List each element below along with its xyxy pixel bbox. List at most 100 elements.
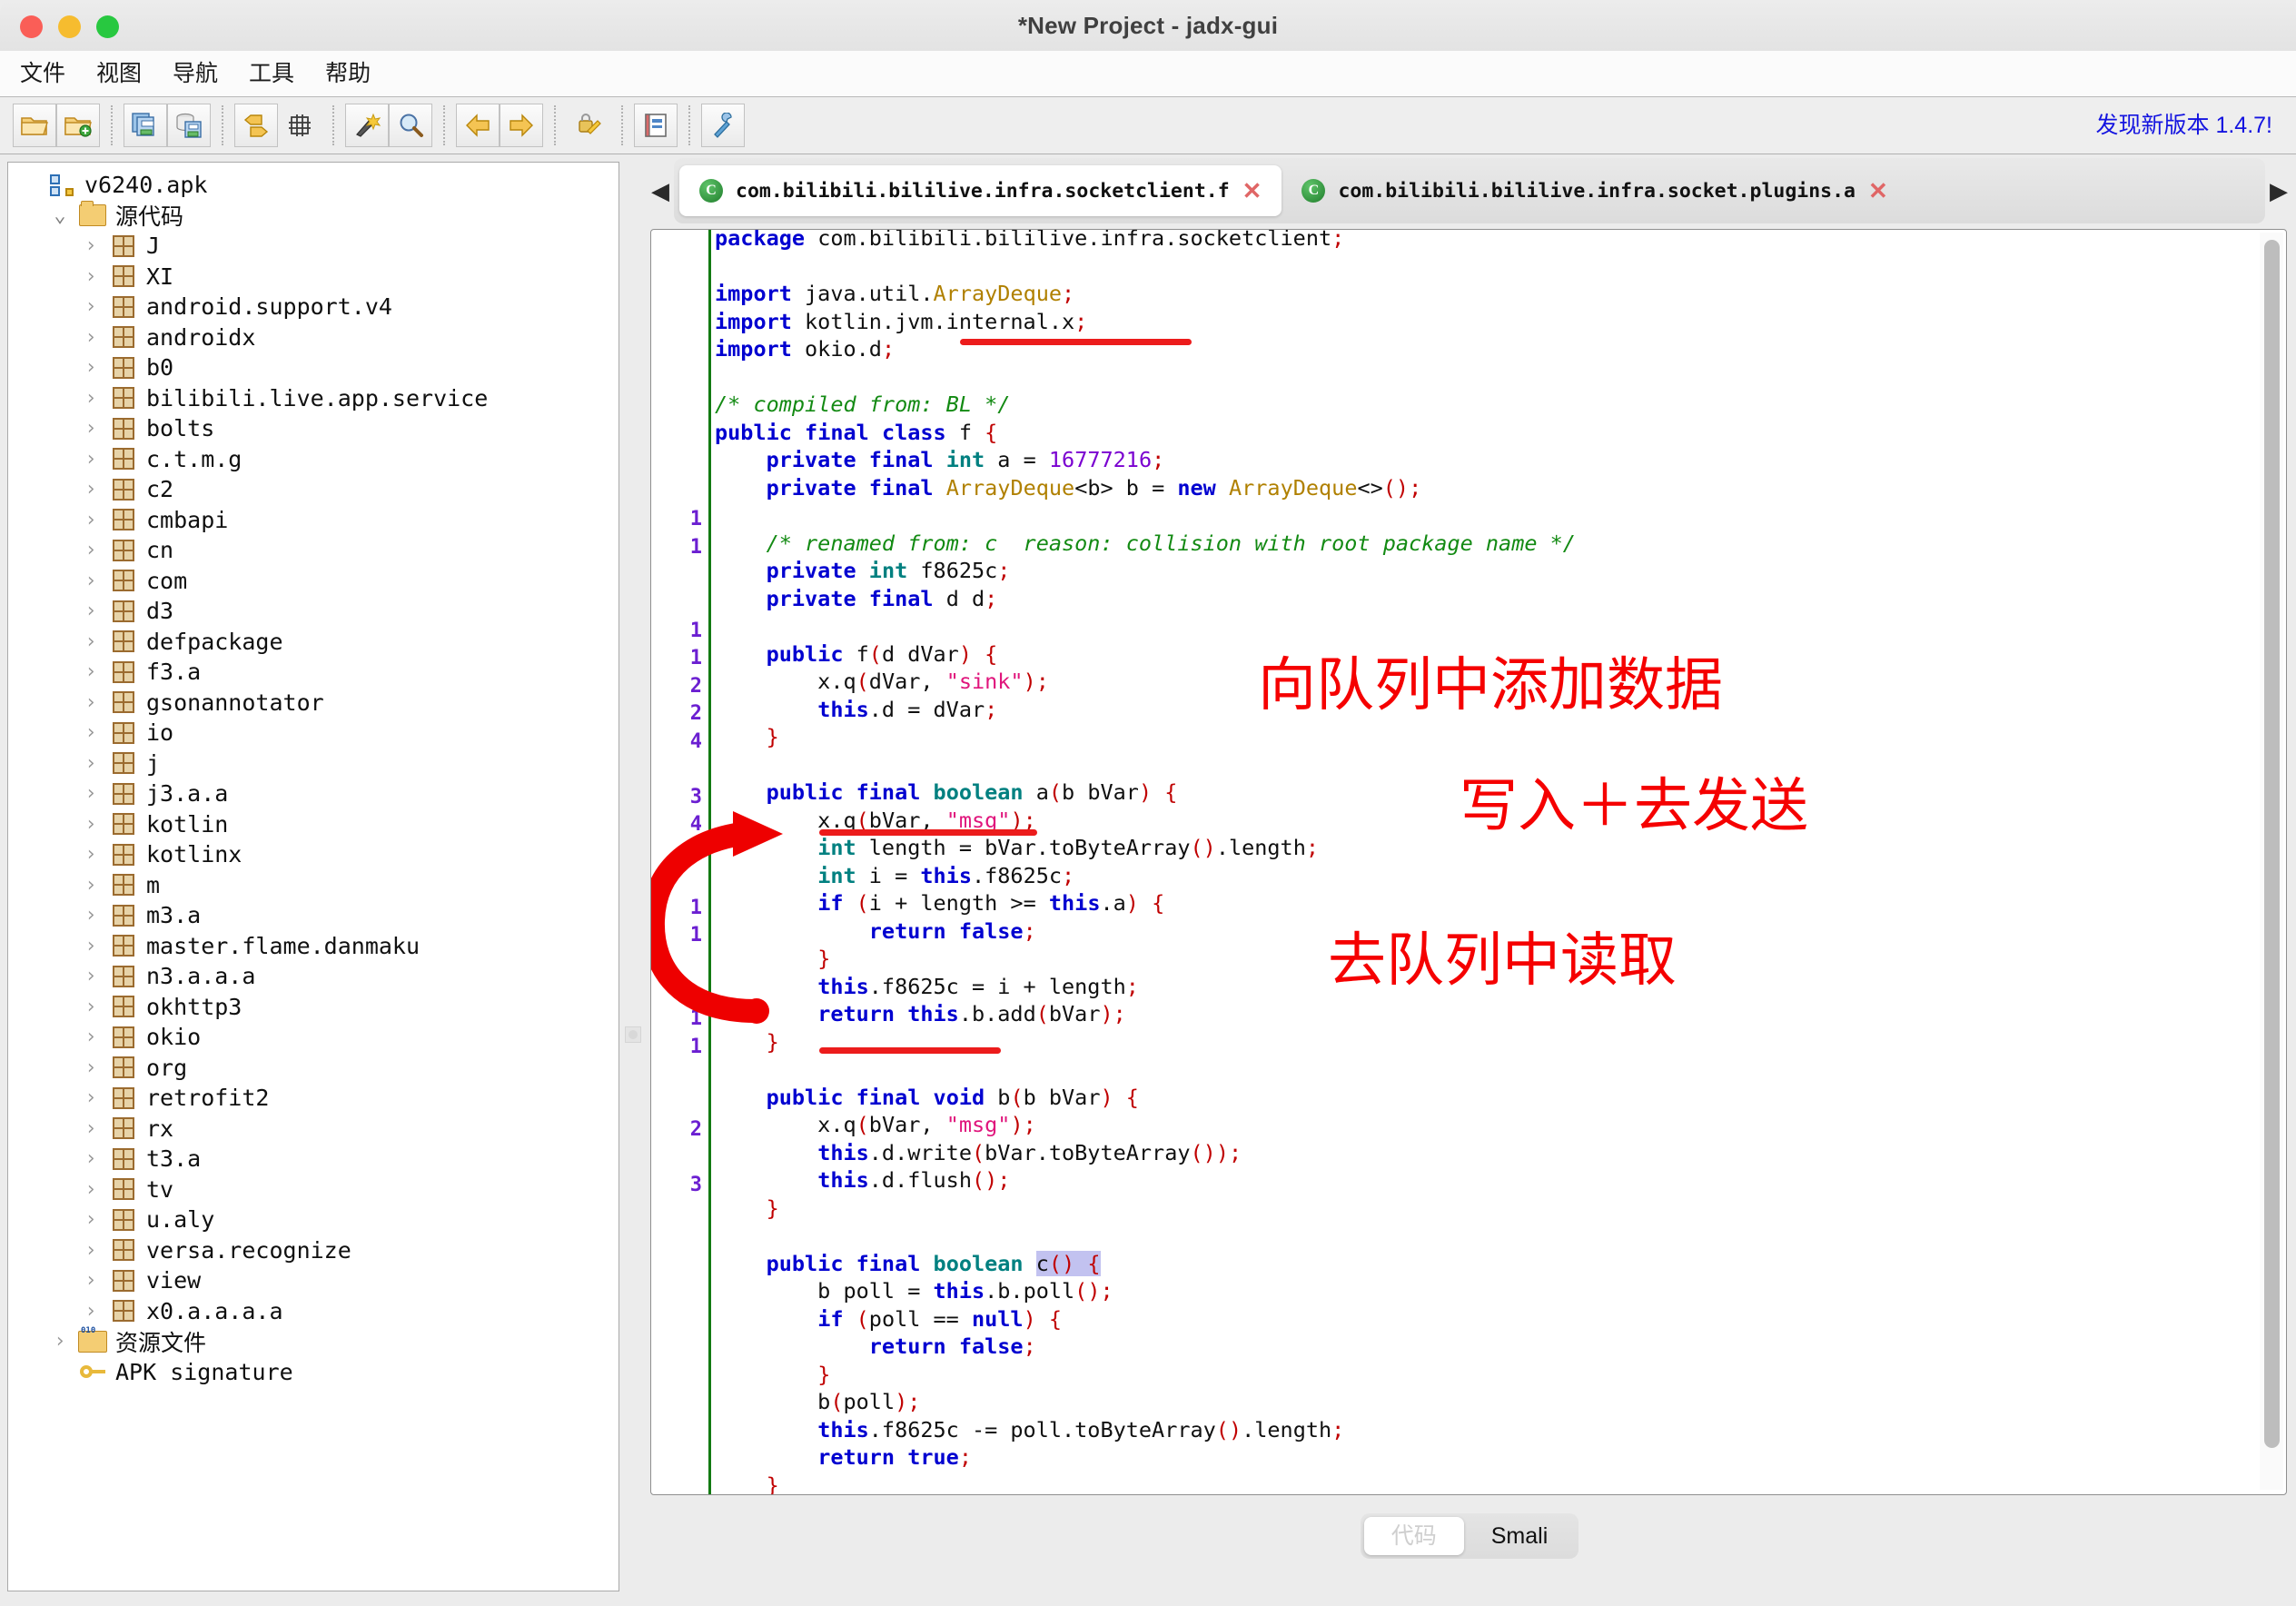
chevron-right-icon[interactable]: › bbox=[75, 935, 106, 957]
flatten-packages-icon[interactable] bbox=[278, 104, 322, 147]
chevron-right-icon[interactable]: › bbox=[75, 234, 106, 257]
tree-node[interactable]: › io bbox=[14, 718, 619, 748]
chevron-right-icon[interactable]: › bbox=[75, 965, 106, 987]
code-viewer[interactable]: 1 1 1 1 2 2 4 3 4 1 1 1 1 2 3 package com.bilibili.bil… bbox=[650, 229, 2287, 1495]
tab-smali[interactable]: Smali bbox=[1464, 1517, 1576, 1555]
decompile-icon[interactable] bbox=[567, 104, 610, 147]
chevron-right-icon[interactable]: › bbox=[75, 478, 106, 501]
open-file-icon[interactable] bbox=[13, 104, 56, 147]
menu-tools[interactable]: 工具 bbox=[233, 51, 310, 96]
chevron-right-icon[interactable]: › bbox=[75, 295, 106, 318]
tree-node[interactable]: ⌄ 源代码 bbox=[14, 201, 619, 232]
menu-help[interactable]: 帮助 bbox=[310, 51, 386, 96]
chevron-right-icon[interactable]: › bbox=[75, 630, 106, 653]
tree-node[interactable]: › okio bbox=[14, 1022, 619, 1053]
chevron-right-icon[interactable]: › bbox=[75, 1300, 106, 1323]
tree-node[interactable]: › t3.a bbox=[14, 1144, 619, 1175]
tree-node[interactable]: › org bbox=[14, 1053, 619, 1084]
tree-node[interactable]: › cn bbox=[14, 535, 619, 566]
tree-node[interactable]: › versa.recognize bbox=[14, 1235, 619, 1266]
chevron-right-icon[interactable]: › bbox=[75, 660, 106, 683]
tree-node[interactable]: › defpackage bbox=[14, 627, 619, 658]
tab-scroll-left-icon[interactable]: ◀ bbox=[647, 158, 674, 223]
project-tree-panel[interactable]: v6240.apk ⌄ 源代码 › J › XI › android.support.v4 › an… bbox=[7, 162, 619, 1591]
new-version-link[interactable]: 发现新版本 1.4.7! bbox=[2096, 97, 2273, 154]
close-tab-icon[interactable]: ✕ bbox=[1242, 179, 1262, 203]
tree-node[interactable]: › c.t.m.g bbox=[14, 444, 619, 475]
chevron-right-icon[interactable]: › bbox=[75, 1147, 106, 1170]
code-scrollbar-thumb[interactable] bbox=[2264, 240, 2280, 1448]
chevron-right-icon[interactable]: › bbox=[75, 1026, 106, 1048]
tree-node[interactable]: › j bbox=[14, 748, 619, 779]
tree-node[interactable]: › d3 bbox=[14, 596, 619, 627]
tree-node[interactable]: › J bbox=[14, 231, 619, 262]
tree-node[interactable]: › kotlinx bbox=[14, 839, 619, 870]
menu-file[interactable]: 文件 bbox=[5, 51, 81, 96]
chevron-right-icon[interactable]: › bbox=[75, 356, 106, 379]
chevron-right-icon[interactable]: › bbox=[75, 843, 106, 866]
tree-node[interactable]: v6240.apk bbox=[14, 170, 619, 201]
chevron-right-icon[interactable]: › bbox=[75, 691, 106, 714]
tree-node[interactable]: › b0 bbox=[14, 352, 619, 383]
chevron-right-icon[interactable]: › bbox=[75, 417, 106, 440]
split-divider[interactable] bbox=[621, 162, 641, 1590]
chevron-right-icon[interactable]: › bbox=[75, 1056, 106, 1079]
tree-node[interactable]: › tv bbox=[14, 1175, 619, 1205]
tree-node[interactable]: › n3.a.a.a bbox=[14, 961, 619, 992]
chevron-right-icon[interactable]: › bbox=[75, 1239, 106, 1262]
save-all-icon[interactable] bbox=[124, 104, 167, 147]
tree-node[interactable]: APK signature bbox=[14, 1357, 619, 1388]
chevron-right-icon[interactable]: › bbox=[75, 904, 106, 927]
chevron-right-icon[interactable]: › bbox=[75, 1086, 106, 1109]
tab-code[interactable]: 代码 bbox=[1363, 1517, 1464, 1555]
tab-scroll-right-icon[interactable]: ▶ bbox=[2265, 158, 2292, 223]
chevron-right-icon[interactable]: › bbox=[75, 509, 106, 531]
chevron-right-icon[interactable]: › bbox=[75, 1269, 106, 1292]
chevron-right-icon[interactable]: › bbox=[75, 448, 106, 471]
tree-node[interactable]: › androidx bbox=[14, 322, 619, 353]
tree-node[interactable]: › com bbox=[14, 566, 619, 597]
chevron-right-icon[interactable]: › bbox=[75, 539, 106, 561]
source-code-text[interactable]: package com.bilibili.bililive.infra.sock… bbox=[715, 230, 1576, 1494]
project-tree[interactable]: v6240.apk ⌄ 源代码 › J › XI › android.support.v4 › an… bbox=[8, 163, 619, 1387]
tree-node[interactable]: › bilibili.live.app.service bbox=[14, 383, 619, 414]
tree-node[interactable]: › XI bbox=[14, 262, 619, 292]
chevron-right-icon[interactable]: › bbox=[75, 1208, 106, 1231]
editor-tab-socket-plugins-a[interactable]: C com.bilibili.bililive.infra.socket.plu… bbox=[1282, 165, 1907, 216]
tree-node[interactable]: › m3.a bbox=[14, 900, 619, 931]
chevron-right-icon[interactable]: › bbox=[75, 874, 106, 897]
chevron-right-icon[interactable]: › bbox=[75, 326, 106, 349]
editor-tab-socketclient-f[interactable]: C com.bilibili.bililive.infra.socketclie… bbox=[679, 165, 1282, 216]
log-icon[interactable] bbox=[634, 104, 678, 147]
forward-icon[interactable] bbox=[500, 104, 543, 147]
chevron-right-icon[interactable]: › bbox=[75, 782, 106, 805]
chevron-right-icon[interactable]: › bbox=[45, 1330, 75, 1353]
chevron-right-icon[interactable]: › bbox=[75, 265, 106, 288]
tree-node[interactable]: › okhttp3 bbox=[14, 992, 619, 1023]
chevron-right-icon[interactable]: › bbox=[75, 600, 106, 622]
tree-node[interactable]: › m bbox=[14, 870, 619, 901]
menu-view[interactable]: 视图 bbox=[81, 51, 157, 96]
chevron-right-icon[interactable]: › bbox=[75, 1178, 106, 1201]
tree-node[interactable]: › bolts bbox=[14, 413, 619, 444]
chevron-right-icon[interactable]: › bbox=[75, 752, 106, 775]
back-icon[interactable] bbox=[456, 104, 500, 147]
tree-node[interactable]: › master.flame.danmaku bbox=[14, 931, 619, 962]
tree-node[interactable]: › f3.a bbox=[14, 657, 619, 688]
tree-node[interactable]: › c2 bbox=[14, 474, 619, 505]
sync-icon[interactable] bbox=[234, 104, 278, 147]
add-files-icon[interactable] bbox=[56, 104, 100, 147]
close-tab-icon[interactable]: ✕ bbox=[1868, 179, 1888, 203]
tree-node[interactable]: › u.aly bbox=[14, 1204, 619, 1235]
tree-node[interactable]: › view bbox=[14, 1265, 619, 1296]
chevron-right-icon[interactable]: › bbox=[75, 996, 106, 1018]
tree-node[interactable]: › j3.a.a bbox=[14, 778, 619, 809]
preferences-icon[interactable] bbox=[701, 104, 745, 147]
chevron-right-icon[interactable]: › bbox=[75, 1117, 106, 1140]
tree-node[interactable]: › rx bbox=[14, 1114, 619, 1145]
chevron-down-icon[interactable]: ⌄ bbox=[45, 204, 75, 227]
tree-node[interactable]: › 010 资源文件 bbox=[14, 1326, 619, 1357]
split-divider-grip[interactable] bbox=[625, 1026, 641, 1043]
chevron-right-icon[interactable]: › bbox=[75, 387, 106, 410]
deobfuscation-icon[interactable] bbox=[345, 104, 389, 147]
